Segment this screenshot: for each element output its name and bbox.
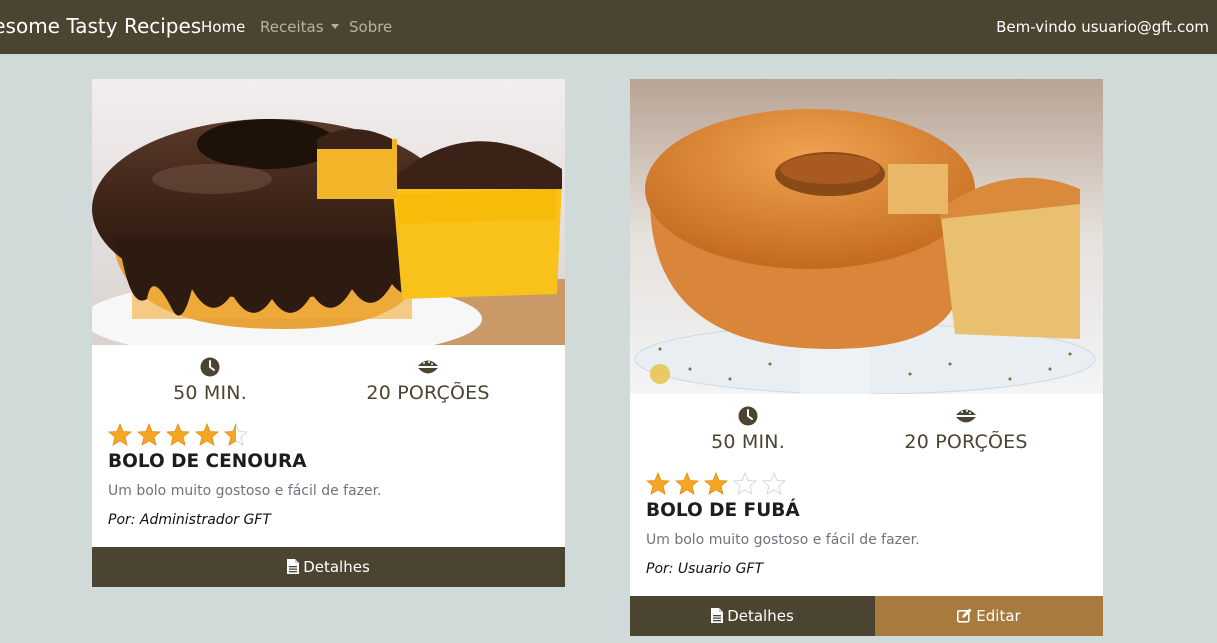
bowl-icon xyxy=(417,360,439,374)
nav-receitas-label: Receitas xyxy=(260,18,324,36)
recipe-photo-bolo-cenoura xyxy=(92,79,565,345)
recipe-author: Por: Usuario GFT xyxy=(646,561,764,577)
recipe-title: BOLO DE CENOURA xyxy=(108,451,307,472)
recipe-photo-bolo-fuba xyxy=(630,79,1103,394)
portions: 20 PORÇÕES xyxy=(310,357,546,404)
details-button[interactable]: Detalhes xyxy=(92,547,565,587)
caret-down-icon xyxy=(330,24,339,29)
clock-icon xyxy=(738,406,758,426)
star-empty-icon xyxy=(733,472,757,495)
star-full-icon xyxy=(108,423,132,446)
details-button[interactable]: Detalhes xyxy=(630,596,875,636)
nav-home[interactable]: Home xyxy=(201,18,245,36)
prep-time: 50 MIN. xyxy=(630,406,866,453)
recipe-meta: 50 MIN. 20 PORÇÕES xyxy=(630,406,1103,476)
edit-label: Editar xyxy=(976,607,1021,625)
prep-time: 50 MIN. xyxy=(92,357,328,404)
star-full-icon xyxy=(646,472,670,495)
star-full-icon xyxy=(195,423,219,446)
star-full-icon xyxy=(704,472,728,495)
portions: 20 PORÇÕES xyxy=(848,406,1084,453)
edit-icon xyxy=(957,608,972,623)
details-label: Detalhes xyxy=(727,607,794,625)
nav-receitas-dropdown[interactable]: Receitas xyxy=(260,18,339,36)
star-full-icon xyxy=(675,472,699,495)
clock-icon xyxy=(200,357,220,377)
edit-button[interactable]: Editar xyxy=(875,596,1103,636)
star-half-icon xyxy=(224,423,248,446)
recipe-card: 50 MIN. 20 PORÇÕES BOLO DE CENOURA Um bo… xyxy=(92,79,565,587)
nav-sobre[interactable]: Sobre xyxy=(349,18,392,36)
recipe-card: 50 MIN. 20 PORÇÕES BOLO DE FUBÁ Um bolo … xyxy=(630,79,1103,636)
star-full-icon xyxy=(137,423,161,446)
star-empty-icon xyxy=(762,472,786,495)
brand-link[interactable]: Awesome Tasty Recipes xyxy=(0,14,201,38)
recipe-description: Um bolo muito gostoso e fácil de fazer. xyxy=(646,532,920,548)
recipe-author: Por: Administrador GFT xyxy=(108,512,271,528)
prep-time-text: 50 MIN. xyxy=(173,382,247,404)
recipe-title: BOLO DE FUBÁ xyxy=(646,500,800,521)
welcome-user: Bem-vindo usuario@gft.com xyxy=(996,18,1209,36)
portions-text: 20 PORÇÕES xyxy=(904,431,1028,453)
star-full-icon xyxy=(166,423,190,446)
file-icon xyxy=(287,559,300,574)
file-icon xyxy=(711,608,724,623)
bowl-icon xyxy=(955,409,977,423)
portions-text: 20 PORÇÕES xyxy=(366,382,490,404)
recipe-meta: 50 MIN. 20 PORÇÕES xyxy=(92,357,565,427)
top-navbar: Awesome Tasty Recipes Home Receitas Sobr… xyxy=(0,0,1217,54)
details-label: Detalhes xyxy=(303,558,370,576)
recipe-description: Um bolo muito gostoso e fácil de fazer. xyxy=(108,483,382,499)
prep-time-text: 50 MIN. xyxy=(711,431,785,453)
